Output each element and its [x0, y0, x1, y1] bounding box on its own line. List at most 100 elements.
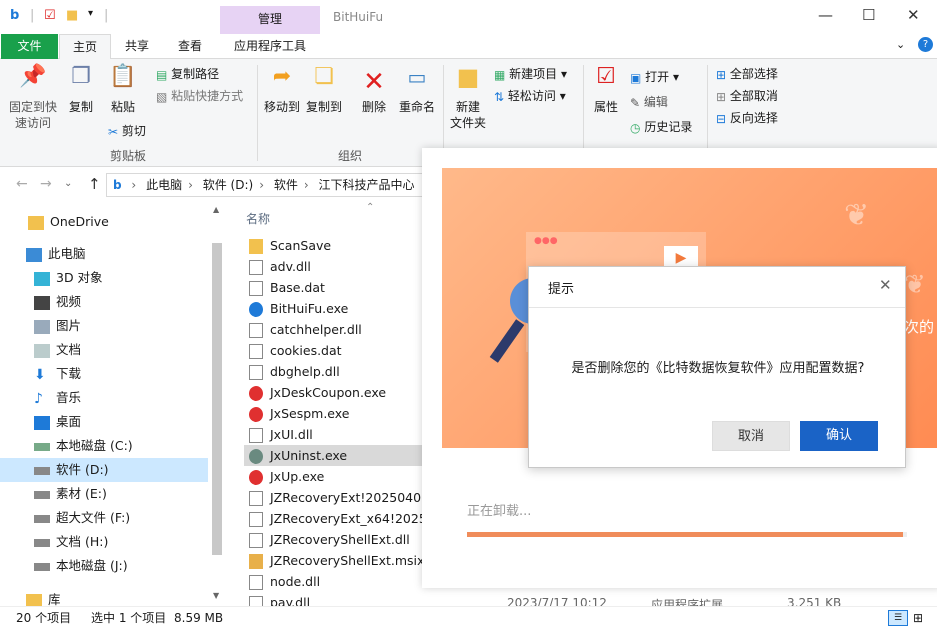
dll-file-icon	[249, 596, 263, 606]
paste-shortcut-button[interactable]: ▧ 粘贴快捷方式	[156, 86, 243, 106]
uninstall-icon	[249, 449, 263, 464]
paste-button[interactable]: 📋 粘贴	[106, 66, 140, 115]
tab-view[interactable]: 查看	[164, 34, 216, 59]
list-item[interactable]: Base.dat	[244, 277, 436, 298]
breadcrumb-item[interactable]: 此电脑	[146, 178, 182, 192]
copy-button[interactable]: ❐ 复制	[64, 64, 98, 115]
nav-item-onedrive[interactable]: OneDrive	[0, 210, 208, 234]
move-to-button[interactable]: ➦ 移动到	[262, 66, 302, 115]
new-folder-button[interactable]: ■ 新建 文件夹	[448, 65, 488, 131]
list-item[interactable]: JxSespm.exe	[244, 403, 436, 424]
list-item[interactable]: adv.dll	[244, 256, 436, 277]
copy-icon: ❐	[71, 64, 91, 89]
nav-scrollbar[interactable]: ▲ ▼	[210, 205, 224, 601]
chevron-down-icon[interactable]: ⌄	[896, 38, 905, 51]
invert-selection-button[interactable]: ⊟ 反向选择	[716, 108, 778, 128]
nav-item-downloads[interactable]: ⬇ 下载	[0, 362, 208, 386]
list-item[interactable]: ScanSave	[244, 235, 436, 256]
history-icon: ◷	[630, 120, 641, 135]
dll-file-icon	[249, 323, 263, 338]
details-view-icon[interactable]: ☰	[888, 610, 908, 626]
nav-item-documents[interactable]: 文档	[0, 338, 208, 362]
minimize-button[interactable]: —	[818, 6, 833, 24]
nav-item-drive-e[interactable]: 素材 (E:)	[0, 482, 208, 506]
nav-item-drive-j[interactable]: 本地磁盘 (J:)	[0, 554, 208, 578]
nav-item-this-pc[interactable]: 此电脑	[0, 242, 208, 266]
up-arrow-icon[interactable]: ↑	[88, 175, 101, 193]
nav-item-videos[interactable]: 视频	[0, 290, 208, 314]
copy-path-button[interactable]: ▤ 复制路径	[156, 64, 219, 84]
breadcrumb[interactable]: b › 此电脑 › 软件 (D:) › 软件 › 江下科技产品中心	[106, 173, 436, 197]
list-item[interactable]: JxUninst.exe	[244, 445, 436, 466]
list-item[interactable]: JxUI.dll	[244, 424, 436, 445]
list-item[interactable]: node.dll	[244, 571, 436, 592]
scrollbar-thumb[interactable]	[212, 243, 222, 555]
tab-app-tools[interactable]: 应用程序工具	[222, 34, 318, 59]
open-button[interactable]: ▣ 打开 ▾	[630, 67, 679, 87]
music-note-icon: ♪	[34, 390, 43, 407]
document-icon	[34, 343, 50, 358]
back-arrow-icon[interactable]: ←	[16, 176, 28, 192]
close-icon[interactable]: ✕	[879, 276, 892, 294]
forward-arrow-icon[interactable]: →	[40, 176, 52, 192]
new-item-button[interactable]: ▦ 新建项目 ▾	[494, 64, 567, 84]
folder-icon[interactable]: ■	[66, 8, 78, 23]
properties-icon[interactable]: ☑	[44, 8, 56, 23]
breadcrumb-item[interactable]: 软件	[274, 178, 298, 192]
help-icon[interactable]: ?	[918, 37, 933, 52]
large-icons-view-icon[interactable]: ⊞	[913, 610, 923, 626]
nav-item-drive-c[interactable]: 本地磁盘 (C:)	[0, 434, 208, 458]
maximize-button[interactable]: ☐	[862, 6, 875, 24]
tab-home[interactable]: 主页	[59, 34, 111, 60]
nav-item-desktop[interactable]: 桌面	[0, 410, 208, 434]
list-item[interactable]: JZRecoveryExt!2025040220	[244, 487, 436, 508]
nav-item-drive-h[interactable]: 文档 (H:)	[0, 530, 208, 554]
select-all-button[interactable]: ⊞ 全部选择	[716, 64, 778, 84]
confirm-button[interactable]: 确认	[800, 421, 878, 451]
rename-button[interactable]: ▭ 重命名	[396, 67, 438, 115]
pin-to-quick-access-button[interactable]: 📌 固定到快 速访问	[6, 66, 60, 131]
copy-path-icon: ▤	[156, 67, 168, 82]
nav-item-pictures[interactable]: 图片	[0, 314, 208, 338]
nav-item-drive-f[interactable]: 超大文件 (F:)	[0, 506, 208, 530]
leaf-icon: ❦	[844, 198, 870, 233]
select-none-button[interactable]: ⊞ 全部取消	[716, 86, 778, 106]
easy-access-button[interactable]: ⇅ 轻松访问 ▾	[494, 86, 566, 106]
nav-item-drive-d[interactable]: 软件 (D:)	[0, 458, 208, 482]
nav-item-3d-objects[interactable]: 3D 对象	[0, 266, 208, 290]
dialog-message: 是否删除您的《比特数据恢复软件》应用配置数据?	[571, 361, 865, 376]
file-icon	[249, 512, 263, 527]
sort-up-icon: ⌃	[366, 202, 375, 213]
list-item[interactable]: BitHuiFu.exe	[244, 298, 436, 319]
desktop-icon	[34, 415, 50, 430]
list-item[interactable]: JxUp.exe	[244, 466, 436, 487]
nav-item-music[interactable]: ♪ 音乐	[0, 386, 208, 410]
close-button[interactable]: ✕	[907, 6, 920, 24]
column-header-name[interactable]: 名称	[246, 210, 270, 227]
context-tab-group: 管理	[220, 6, 320, 34]
cancel-button[interactable]: 取消	[712, 421, 790, 451]
chevron-down-icon[interactable]: ▾	[88, 8, 93, 19]
list-item[interactable]: dbghelp.dll	[244, 361, 436, 382]
scroll-up-icon[interactable]: ▲	[213, 205, 219, 214]
list-item[interactable]: JZRecoveryExt_x64!2025040	[244, 508, 436, 529]
list-item[interactable]: pay.dll	[244, 592, 436, 606]
breadcrumb-item[interactable]: 软件 (D:)	[203, 178, 253, 192]
list-item[interactable]: catchhelper.dll	[244, 319, 436, 340]
cut-button[interactable]: ✂ 剪切	[108, 121, 146, 141]
chevron-down-icon[interactable]: ⌄	[64, 178, 72, 189]
list-item[interactable]: cookies.dat	[244, 340, 436, 361]
scroll-down-icon[interactable]: ▼	[213, 591, 219, 600]
list-item[interactable]: JZRecoveryShellExt.msix	[244, 550, 436, 571]
history-button[interactable]: ◷ 历史记录	[630, 117, 692, 137]
edit-button[interactable]: ✎ 编辑	[630, 92, 668, 112]
dialog-title: 提示	[548, 282, 575, 297]
tab-share[interactable]: 共享	[112, 34, 162, 59]
tab-file[interactable]: 文件	[1, 34, 58, 59]
list-item[interactable]: JxDeskCoupon.exe	[244, 382, 436, 403]
breadcrumb-item[interactable]: 江下科技产品中心	[318, 178, 414, 192]
list-item[interactable]: JZRecoveryShellExt.dll	[244, 529, 436, 550]
properties-button[interactable]: ☑ 属性	[590, 66, 622, 115]
delete-button[interactable]: ✕ 删除	[356, 69, 392, 115]
copy-to-button[interactable]: ❏ 复制到	[304, 66, 344, 115]
